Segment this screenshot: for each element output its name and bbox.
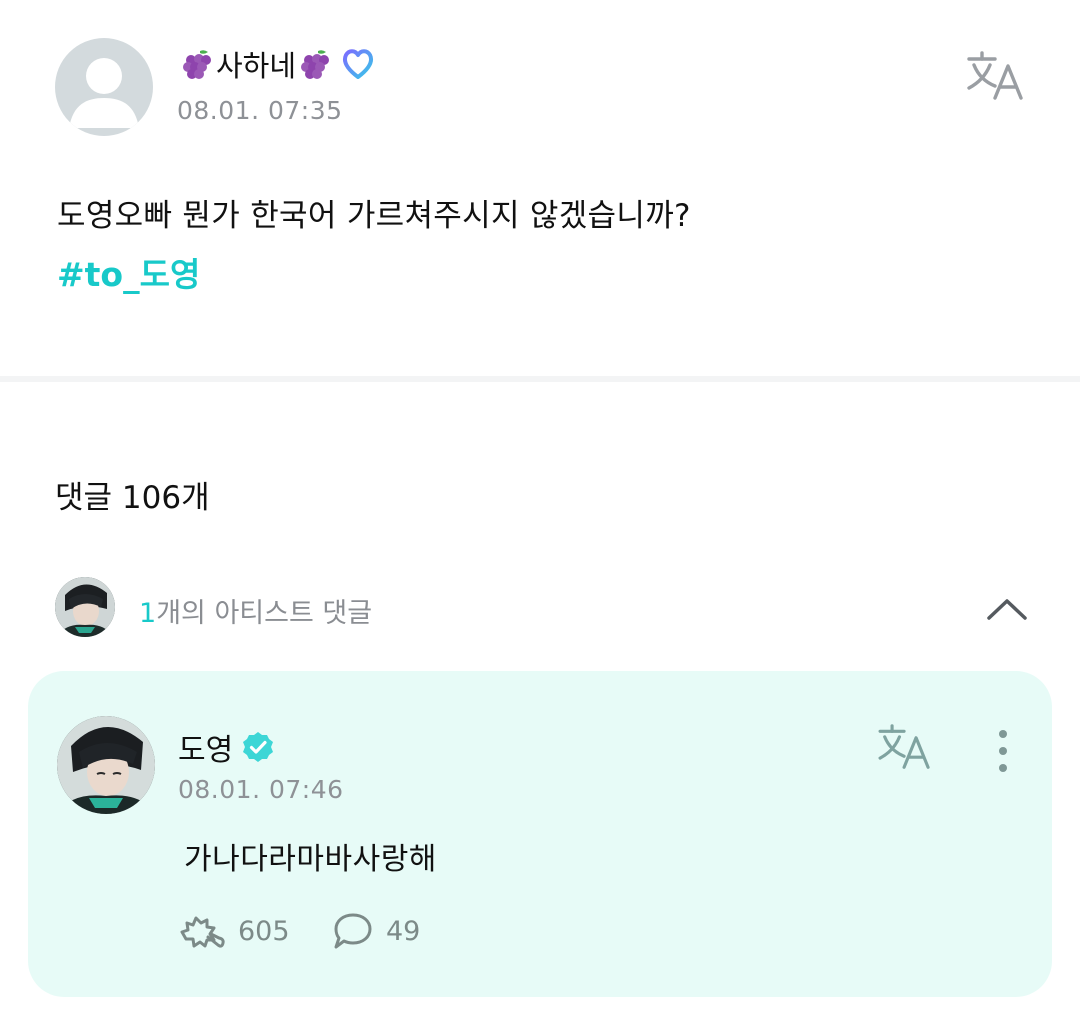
- translate-icon[interactable]: [876, 723, 934, 771]
- author-name-text: 사하네: [216, 49, 297, 83]
- reply-button[interactable]: 49: [332, 911, 420, 951]
- comment-text: 가나다라마바사랑해: [184, 842, 437, 877]
- author-name[interactable]: 사하네: [180, 44, 376, 84]
- like-count: 605: [238, 915, 290, 947]
- membership-heart-icon: [342, 49, 374, 79]
- grape-emoji: [301, 50, 330, 79]
- reply-icon: [334, 913, 372, 949]
- artist-comment-count: 1: [139, 598, 157, 629]
- artist-comment-toggle[interactable]: 1개의 아티스트 댓글: [55, 576, 1030, 640]
- author-avatar[interactable]: [55, 38, 153, 136]
- like-button[interactable]: 605: [178, 911, 290, 951]
- chevron-up-icon[interactable]: [984, 588, 1030, 628]
- more-vertical-icon[interactable]: [994, 727, 1012, 775]
- post-body: 도영오빠 뭔가 한국어 가르쳐주시지 않겠습니까?: [57, 198, 691, 234]
- reply-count: 49: [386, 915, 421, 947]
- verified-badge-icon: [243, 732, 274, 762]
- artist-comment-label: 1개의 아티스트 댓글: [139, 591, 372, 630]
- post-header: 사하네 08.01. 07:35: [55, 38, 1025, 138]
- comment-timestamp: 08.01. 07:46: [178, 775, 344, 804]
- grape-emoji: [183, 50, 211, 79]
- artist-avatar-small: [55, 577, 115, 637]
- post-hashtag[interactable]: #to_도영: [57, 248, 200, 296]
- artist-comment-card: 도영 08.01. 07:46 가나다라마바사랑해 605 49: [28, 671, 1052, 997]
- post-timestamp: 08.01. 07:35: [177, 96, 343, 125]
- comment-count: 댓글 106개: [55, 480, 210, 516]
- artist-avatar[interactable]: [57, 716, 155, 814]
- section-divider: [0, 376, 1080, 382]
- translate-icon[interactable]: [965, 50, 1027, 102]
- artist-name-text: 도영: [178, 733, 234, 768]
- like-icon: [180, 916, 225, 948]
- artist-name[interactable]: 도영: [178, 725, 275, 769]
- artist-comment-label-text: 개의 아티스트 댓글: [156, 598, 373, 629]
